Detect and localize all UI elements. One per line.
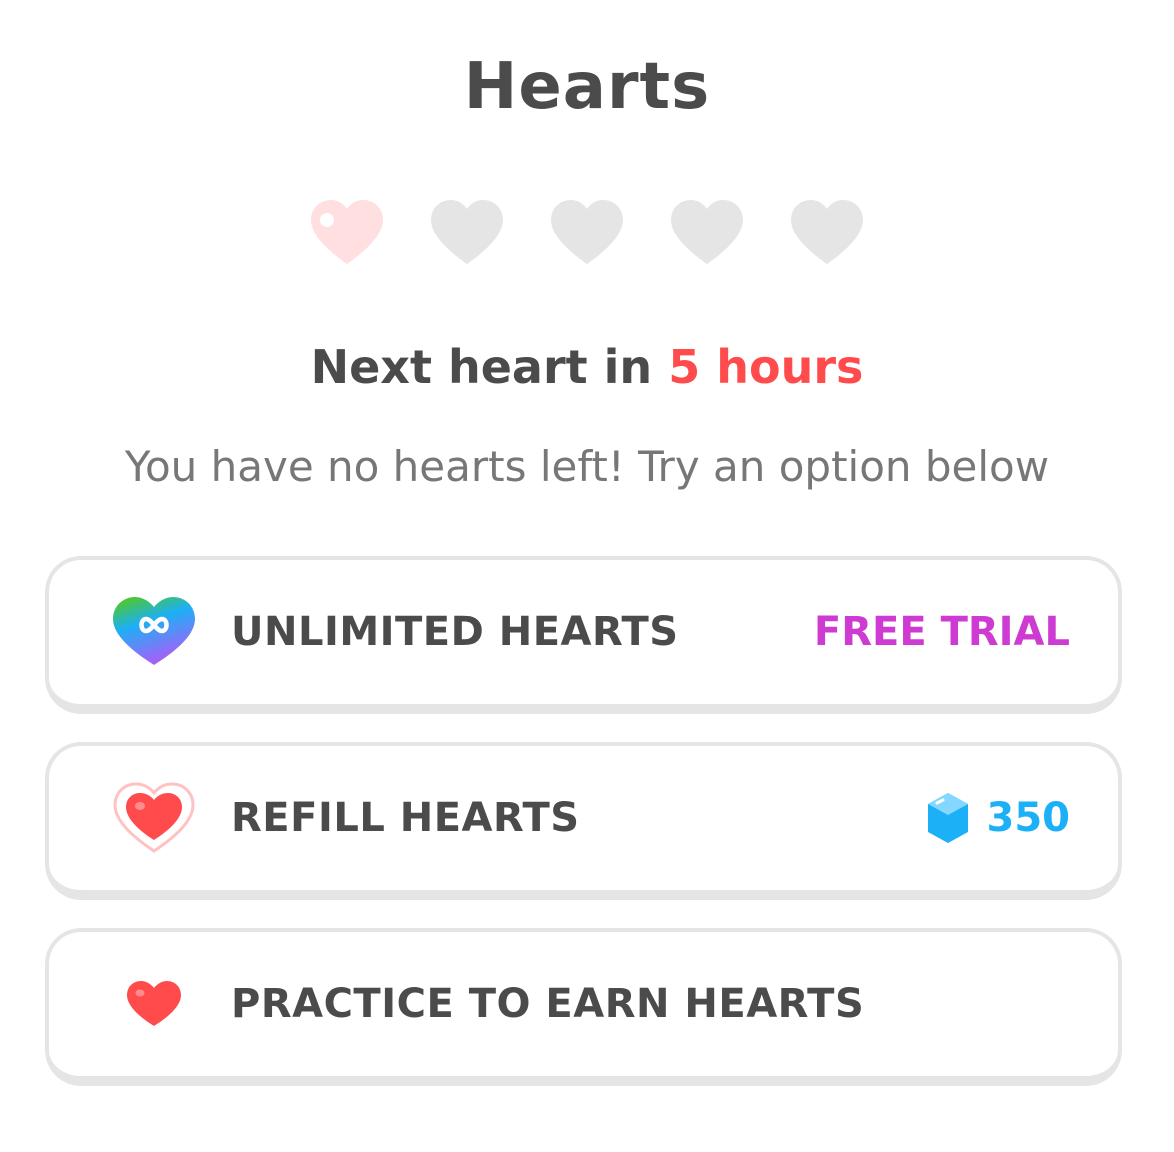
gem-icon	[927, 793, 968, 843]
infinity-heart-icon	[109, 592, 199, 672]
refill-hearts-button[interactable]: REFILL HEARTS 350	[45, 742, 1122, 900]
next-heart-time: 5 hours	[668, 340, 864, 394]
heart-slot-empty-icon	[667, 198, 747, 268]
unlimited-hearts-label: UNLIMITED HEARTS	[231, 609, 679, 655]
hearts-screen: Hearts Next heart in 5 hours You have no…	[0, 0, 1174, 1152]
free-trial-text: FREE TRIAL	[813, 609, 1070, 655]
free-trial-badge: FREE TRIAL	[814, 609, 1070, 655]
hearts-indicator	[0, 198, 1174, 268]
gem-price-value: 350	[986, 795, 1071, 841]
refill-hearts-label: REFILL HEARTS	[231, 795, 580, 841]
no-hearts-message: You have no hearts left! Try an option b…	[124, 442, 1050, 491]
next-heart-prefix: Next heart in	[310, 340, 653, 394]
heart-slot-empty-icon	[547, 198, 627, 268]
practice-earn-hearts-label: PRACTICE TO EARN HEARTS	[231, 981, 865, 1027]
heart-slot-empty-icon	[787, 198, 867, 268]
heart-icon	[109, 964, 199, 1044]
page-title: Hearts	[463, 50, 711, 124]
heart-slot-empty-icon	[427, 198, 507, 268]
gem-price: 350	[925, 791, 1071, 845]
unlimited-hearts-button[interactable]: UNLIMITED HEARTS FREE TRIAL	[45, 556, 1122, 714]
practice-earn-hearts-button[interactable]: PRACTICE TO EARN HEARTS	[45, 928, 1122, 1086]
heart-slot-regenerating-icon	[307, 198, 387, 268]
next-heart-timer: Next heart in 5 hours	[0, 340, 1174, 394]
refill-heart-icon	[109, 778, 199, 858]
